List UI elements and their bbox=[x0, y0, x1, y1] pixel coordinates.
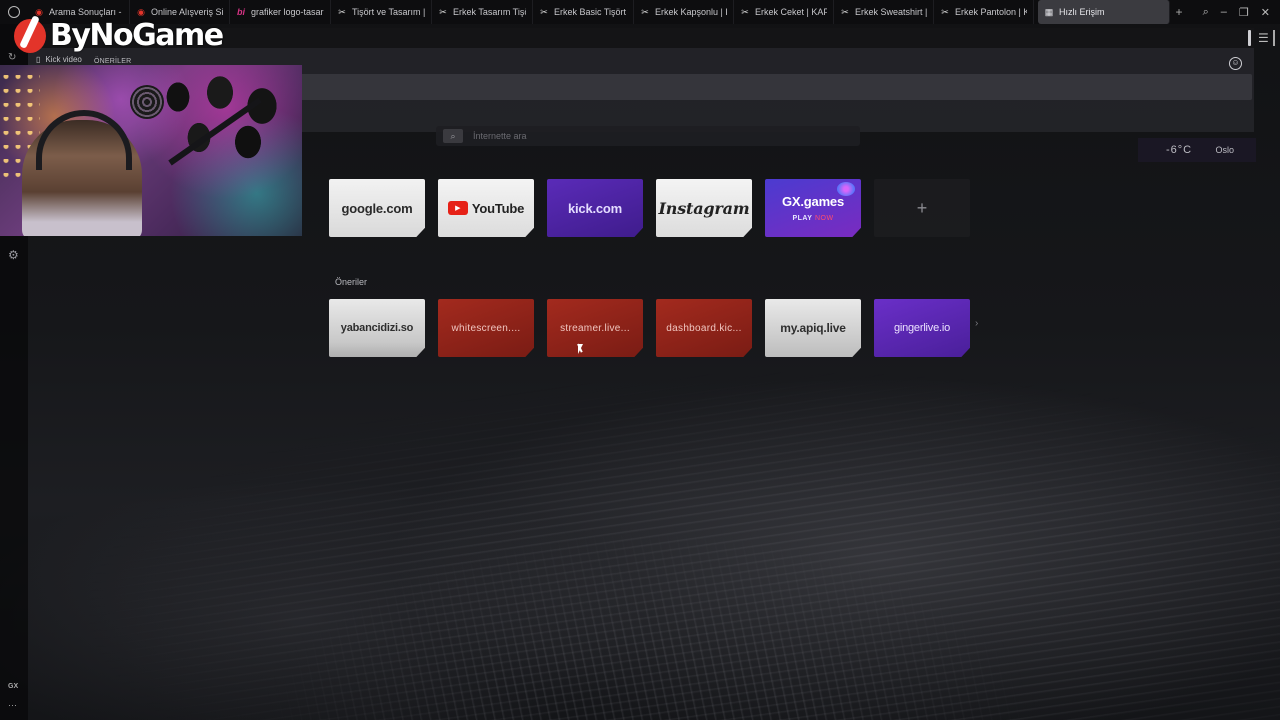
gx-control-label[interactable]: GX bbox=[8, 683, 18, 690]
tab-search-icon[interactable]: ⌕ bbox=[1203, 6, 1209, 19]
shop-icon: ◉ bbox=[137, 7, 145, 17]
speed-dial-kick[interactable]: kick.com bbox=[547, 179, 643, 237]
tile-label: YouTube bbox=[471, 200, 525, 216]
scissors-icon: ✂ bbox=[841, 7, 849, 17]
webcam-overlay bbox=[0, 65, 302, 236]
channel-logo-icon bbox=[14, 18, 46, 53]
weather-widget[interactable]: -6°C Oslo bbox=[1138, 138, 1256, 162]
tab-label: Hızlı Erişim bbox=[1059, 7, 1105, 17]
speed-dial-row: google.com ▶ YouTube kick.com Instagram … bbox=[329, 179, 970, 237]
sidebar-handle[interactable] bbox=[1273, 30, 1275, 46]
tab-4[interactable]: ✂ Tişört ve Tasarım | bbox=[331, 0, 432, 24]
close-icon[interactable]: ✕ bbox=[1261, 6, 1270, 19]
add-speed-dial-button[interactable]: + bbox=[874, 179, 970, 237]
suggestions-row: yabancidizi.so whitescreen.... streamer.… bbox=[329, 299, 970, 357]
tile-label: whitescreen.... bbox=[451, 322, 521, 334]
tab-3[interactable]: bi grafiker logo-tasarı bbox=[230, 0, 331, 24]
easy-setup-icon[interactable]: ☰ bbox=[1258, 31, 1269, 45]
tab-label: Erkek Basic Tişört bbox=[554, 7, 627, 17]
emoji-icon[interactable]: ☺ bbox=[1229, 57, 1242, 70]
tab-7[interactable]: ✂ Erkek Kapşonlu | K bbox=[634, 0, 734, 24]
tile-label: gingerlive.io bbox=[893, 322, 951, 334]
mouse-cursor bbox=[578, 344, 583, 354]
search-icon: ⌕ bbox=[443, 129, 463, 143]
scissors-icon: ✂ bbox=[338, 7, 346, 17]
tab-5[interactable]: ✂ Erkek Tasarım Tişör bbox=[432, 0, 533, 24]
tile-label: streamer.live... bbox=[560, 322, 630, 334]
bookmark-item[interactable]: ▯ Kick video bbox=[36, 55, 82, 64]
wallpaper-waves-lower bbox=[0, 420, 1280, 720]
bionluk-icon: bi bbox=[237, 7, 245, 17]
tile-label: GX.games bbox=[782, 194, 844, 209]
tab-8[interactable]: ✂ Erkek Ceket | KAF bbox=[734, 0, 834, 24]
plus-icon: + bbox=[916, 197, 928, 218]
scissors-icon: ✂ bbox=[941, 7, 949, 17]
suggestion-my-apiq[interactable]: my.apiq.live bbox=[765, 299, 861, 357]
scrollbar[interactable] bbox=[1248, 30, 1251, 46]
tab-label: Erkek Kapşonlu | K bbox=[655, 7, 727, 17]
chevron-right-icon[interactable]: › bbox=[975, 318, 978, 329]
dropdown-section-label: ÖNERİLER bbox=[94, 58, 132, 65]
weather-city: Oslo bbox=[1215, 145, 1234, 155]
speed-dial-gx-games[interactable]: GX.games PLAY NOW bbox=[765, 179, 861, 237]
opera-logo-icon bbox=[8, 6, 20, 18]
weather-temp: -6°C bbox=[1166, 144, 1193, 156]
suggestion-gingerlive[interactable]: gingerlive.io bbox=[874, 299, 970, 357]
suggestion-yabancidizi[interactable]: yabancidizi.so bbox=[329, 299, 425, 357]
tab-label: Arama Sonuçları - bbox=[49, 7, 122, 17]
search-box[interactable]: ⌕ İnternette ara bbox=[436, 126, 860, 146]
tab-9[interactable]: ✂ Erkek Sweatshirt | bbox=[834, 0, 934, 24]
channel-logo: ByNoGame bbox=[14, 18, 224, 53]
speed-dial-google[interactable]: google.com bbox=[329, 179, 425, 237]
scissors-icon: ✂ bbox=[439, 7, 447, 17]
tile-label: google.com bbox=[341, 200, 413, 216]
tile-label: kick.com bbox=[567, 200, 623, 216]
tile-label: dashboard.kic... bbox=[666, 322, 742, 334]
more-icon[interactable]: ··· bbox=[8, 700, 17, 710]
bookmark-label: Kick video bbox=[45, 55, 82, 64]
tab-10[interactable]: ✂ Erkek Pantolon | K bbox=[934, 0, 1034, 24]
youtube-play-icon: ▶ bbox=[447, 201, 468, 215]
restore-icon[interactable]: ❐ bbox=[1239, 6, 1249, 19]
play-now-label: PLAY NOW bbox=[792, 215, 834, 222]
reload-icon[interactable]: ↻ bbox=[8, 52, 16, 63]
new-tab-button[interactable]: + bbox=[1170, 0, 1188, 24]
tab-speed-dial[interactable]: ▦ Hızlı Erişim bbox=[1038, 0, 1170, 24]
tab-label: Erkek Pantolon | K bbox=[955, 7, 1027, 17]
channel-logo-text: ByNoGame bbox=[50, 18, 224, 53]
grid-icon: ▦ bbox=[1044, 7, 1054, 17]
dropdown-suggestion-row[interactable] bbox=[272, 74, 1252, 100]
suggestions-heading: Öneriler bbox=[335, 277, 368, 287]
gx-games-badge-icon bbox=[837, 182, 855, 196]
tab-label: Erkek Sweatshirt | bbox=[855, 7, 927, 17]
suggestion-dashboard-kick[interactable]: dashboard.kic... bbox=[656, 299, 752, 357]
minimize-icon[interactable]: – bbox=[1221, 6, 1227, 18]
tab-label: Erkek Tasarım Tişör bbox=[453, 7, 526, 17]
scissors-icon: ✂ bbox=[741, 7, 749, 17]
settings-gear-icon[interactable]: ⚙ bbox=[8, 248, 19, 262]
tile-label: yabancidizi.so bbox=[340, 322, 414, 334]
scissors-icon: ✂ bbox=[641, 7, 649, 17]
tab-6[interactable]: ✂ Erkek Basic Tişört bbox=[533, 0, 634, 24]
tile-label: Instagram bbox=[658, 198, 750, 218]
tab-label: Online Alışveriş Sit bbox=[151, 7, 223, 17]
suggestion-streamer-live[interactable]: streamer.live... bbox=[547, 299, 643, 357]
speed-dial-youtube[interactable]: ▶ YouTube bbox=[438, 179, 534, 237]
scissors-icon: ✂ bbox=[540, 7, 548, 17]
tab-label: Tişört ve Tasarım | bbox=[352, 7, 425, 17]
wall-hats bbox=[150, 70, 290, 160]
page-icon: ▯ bbox=[36, 55, 41, 64]
tile-label: my.apiq.live bbox=[780, 321, 846, 335]
headset bbox=[36, 110, 132, 170]
speed-dial-instagram[interactable]: Instagram bbox=[656, 179, 752, 237]
search-placeholder: İnternette ara bbox=[473, 131, 527, 141]
tab-label: Erkek Ceket | KAF bbox=[755, 7, 827, 17]
suggestion-whitescreen[interactable]: whitescreen.... bbox=[438, 299, 534, 357]
tab-label: grafiker logo-tasarı bbox=[251, 7, 324, 17]
